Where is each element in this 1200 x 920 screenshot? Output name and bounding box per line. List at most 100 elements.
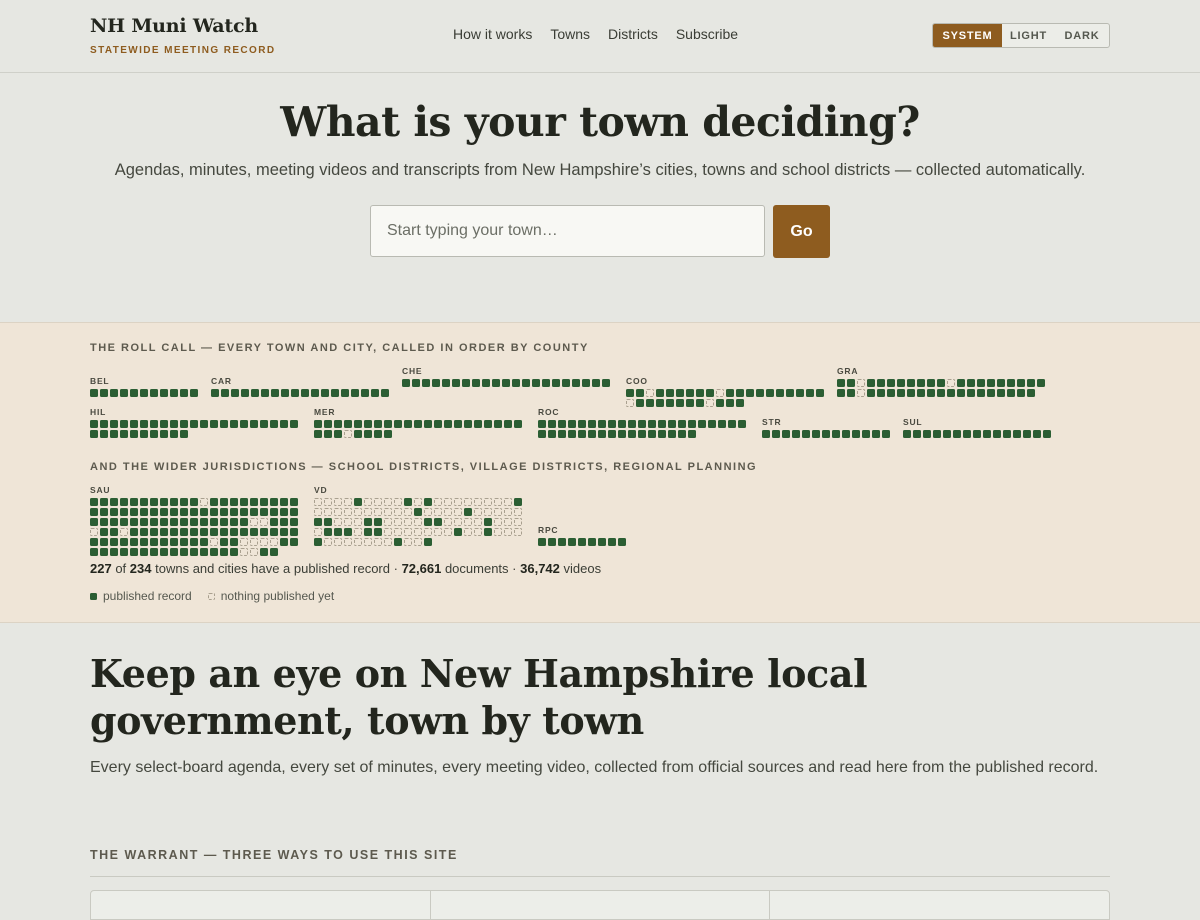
town-dot-empty[interactable] [250,548,258,556]
town-dot-published[interactable] [220,498,228,506]
town-dot-published[interactable] [384,430,392,438]
town-dot-published[interactable] [170,508,178,516]
town-dot-published[interactable] [482,379,490,387]
town-dot-published[interactable] [130,430,138,438]
town-dot-published[interactable] [220,508,228,516]
town-dot-empty[interactable] [404,528,412,536]
town-dot-published[interactable] [432,379,440,387]
town-dot-published[interactable] [698,420,706,428]
town-dot-published[interactable] [578,420,586,428]
town-dot-published[interactable] [170,389,178,397]
town-dot-empty[interactable] [857,389,865,397]
town-dot-published[interactable] [1023,430,1031,438]
town-dot-published[interactable] [150,518,158,526]
town-dot-published[interactable] [658,420,666,428]
town-dot-published[interactable] [782,430,790,438]
town-dot-published[interactable] [324,528,332,536]
town-dot-published[interactable] [200,420,208,428]
town-dot-published[interactable] [492,379,500,387]
town-dot-published[interactable] [862,430,870,438]
town-dot-published[interactable] [231,389,239,397]
town-dot-published[interactable] [678,420,686,428]
town-dot-published[interactable] [324,518,332,526]
town-dot-empty[interactable] [364,508,372,516]
town-dot-published[interactable] [696,399,704,407]
town-dot-published[interactable] [937,389,945,397]
town-dot-published[interactable] [726,389,734,397]
town-dot-published[interactable] [656,389,664,397]
town-dot-published[interactable] [494,420,502,428]
town-dot-published[interactable] [424,420,432,428]
town-dot-published[interactable] [170,498,178,506]
town-dot-empty[interactable] [857,379,865,387]
town-dot-published[interactable] [180,498,188,506]
town-dot-published[interactable] [837,389,845,397]
town-dot-published[interactable] [1043,430,1051,438]
town-dot-empty[interactable] [514,508,522,516]
town-dot-published[interactable] [983,430,991,438]
town-dot-published[interactable] [638,420,646,428]
town-dot-empty[interactable] [324,538,332,546]
town-dot-published[interactable] [290,508,298,516]
town-dot-published[interactable] [592,379,600,387]
town-dot-published[interactable] [484,518,492,526]
town-dot-published[interactable] [361,389,369,397]
town-dot-published[interactable] [917,389,925,397]
town-dot-published[interactable] [180,430,188,438]
town-dot-published[interactable] [628,430,636,438]
town-dot-published[interactable] [290,518,298,526]
town-dot-published[interactable] [947,389,955,397]
town-dot-published[interactable] [374,420,382,428]
town-dot-published[interactable] [746,389,754,397]
theme-dark-button[interactable]: DARK [1055,24,1109,47]
town-dot-empty[interactable] [706,399,714,407]
town-dot-published[interactable] [260,498,268,506]
town-dot-empty[interactable] [434,528,442,536]
town-dot-published[interactable] [150,430,158,438]
town-dot-published[interactable] [170,528,178,536]
town-dot-empty[interactable] [474,528,482,536]
town-dot-published[interactable] [927,389,935,397]
town-dot-published[interactable] [261,389,269,397]
town-dot-published[interactable] [120,389,128,397]
town-dot-published[interactable] [542,379,550,387]
town-dot-empty[interactable] [200,498,208,506]
town-dot-published[interactable] [598,420,606,428]
town-dot-empty[interactable] [514,528,522,536]
town-dot-published[interactable] [211,389,219,397]
town-dot-published[interactable] [270,498,278,506]
town-dot-published[interactable] [847,389,855,397]
town-search-input[interactable] [370,205,765,257]
town-dot-published[interactable] [120,538,128,546]
town-dot-published[interactable] [150,389,158,397]
town-dot-published[interactable] [190,508,198,516]
town-dot-published[interactable] [140,528,148,536]
town-dot-published[interactable] [270,548,278,556]
town-dot-published[interactable] [250,528,258,536]
town-dot-published[interactable] [314,420,322,428]
town-dot-published[interactable] [150,498,158,506]
town-dot-empty[interactable] [464,518,472,526]
town-dot-empty[interactable] [374,538,382,546]
town-dot-published[interactable] [200,518,208,526]
town-dot-published[interactable] [110,528,118,536]
town-dot-published[interactable] [220,528,228,536]
town-dot-published[interactable] [882,430,890,438]
town-dot-published[interactable] [548,538,556,546]
town-dot-published[interactable] [110,548,118,556]
town-dot-published[interactable] [402,379,410,387]
town-dot-empty[interactable] [260,538,268,546]
town-dot-published[interactable] [394,538,402,546]
town-dot-published[interactable] [90,548,98,556]
town-dot-published[interactable] [110,430,118,438]
town-dot-published[interactable] [290,420,298,428]
town-dot-published[interactable] [442,379,450,387]
town-dot-published[interactable] [230,508,238,516]
town-dot-published[interactable] [424,538,432,546]
town-dot-published[interactable] [578,430,586,438]
town-dot-published[interactable] [351,389,359,397]
town-dot-published[interactable] [100,498,108,506]
town-dot-published[interactable] [688,420,696,428]
town-dot-published[interactable] [792,430,800,438]
town-dot-published[interactable] [230,548,238,556]
